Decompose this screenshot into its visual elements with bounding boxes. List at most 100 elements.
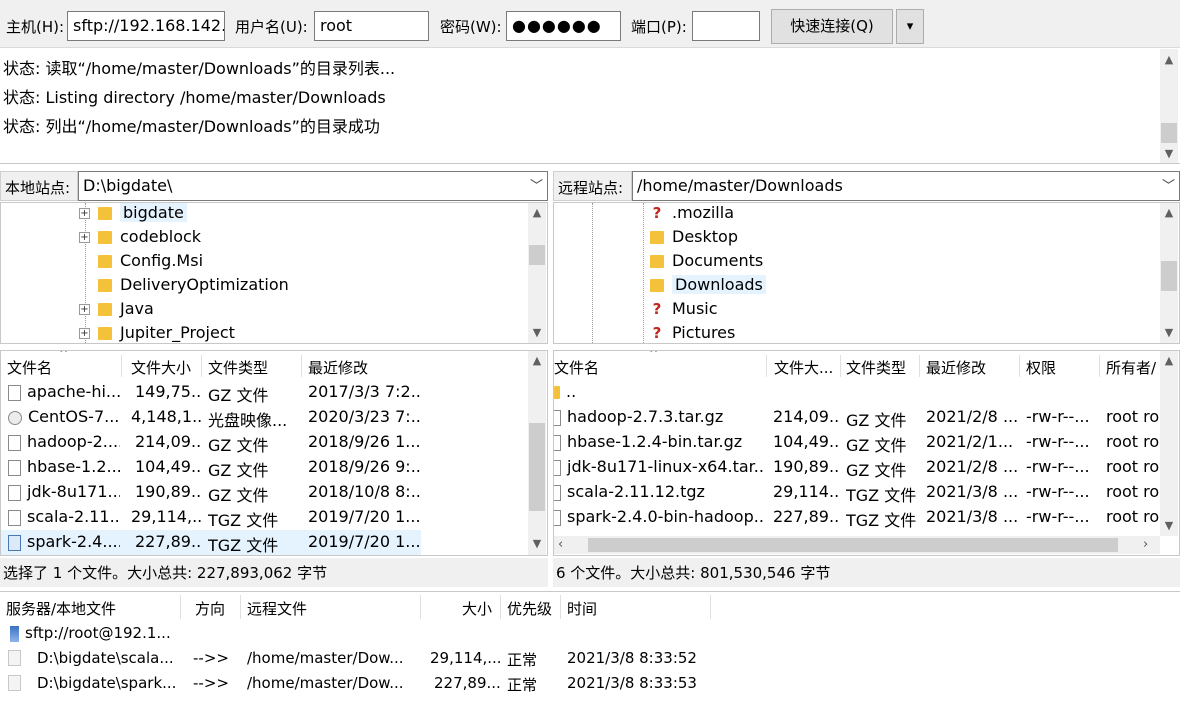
remote-directory-tree: ? .mozilla Desktop Documents Downloads ? M… <box>553 202 1180 344</box>
table-row[interactable]: CentOS-7.... 4,148,1... 光盘映像... 2020/3/2… <box>1 405 421 430</box>
scroll-thumb[interactable] <box>1161 123 1177 143</box>
queue-row[interactable]: D:\bigdate\spark... -->> /home/master/Do… <box>0 674 710 698</box>
scroll-down-icon[interactable]: ▼ <box>1160 517 1178 535</box>
disc-image-icon <box>8 410 22 425</box>
tree-item-desktop[interactable]: Desktop <box>650 227 738 251</box>
file-icon <box>554 509 561 526</box>
scroll-thumb[interactable] <box>529 245 545 265</box>
scroll-up-icon[interactable]: ▲ <box>1160 204 1178 222</box>
tree-item-codeblock[interactable]: + codeblock <box>79 227 201 251</box>
table-row-parent-directory[interactable]: .. <box>554 380 1160 405</box>
tree-item-mozilla[interactable]: ? .mozilla <box>650 203 734 227</box>
folder-icon <box>98 231 112 244</box>
tree-item-deliveryoptimization[interactable]: DeliveryOptimization <box>98 275 289 299</box>
folder-icon <box>98 279 112 292</box>
queue-header-time[interactable]: 时间 <box>567 598 597 619</box>
tree-item-documents[interactable]: Documents <box>650 251 763 275</box>
file-icon <box>8 650 21 666</box>
password-label: 密码(W): <box>440 18 502 36</box>
tree-item-pictures[interactable]: ? Pictures <box>650 323 736 343</box>
local-site-path-combobox[interactable]: D:\bigdate\ ﹀ <box>78 171 548 201</box>
scroll-down-icon[interactable]: ▼ <box>1160 324 1178 342</box>
table-row[interactable]: apache-hi... 149,75... GZ 文件 2017/3/3 7:… <box>1 380 421 405</box>
log-scrollbar[interactable]: ▲ ▼ <box>1160 49 1178 163</box>
scroll-up-icon[interactable]: ▲ <box>528 352 546 370</box>
password-input[interactable]: ●●●●●● <box>506 11 621 41</box>
remote-tree-scrollbar[interactable]: ▲ ▼ <box>1160 203 1178 343</box>
local-tree-scrollbar[interactable]: ▲ ▼ <box>528 203 546 343</box>
queue-header-remote[interactable]: 远程文件 <box>247 598 307 619</box>
quickconnect-dropdown-button[interactable]: ▾ <box>896 9 924 44</box>
queue-header-size[interactable]: 大小 <box>462 598 492 619</box>
table-row[interactable]: scala-2.11.... 29,114,... TGZ 文件 2019/7/… <box>1 505 421 530</box>
scroll-down-icon[interactable]: ▼ <box>528 324 546 342</box>
username-input[interactable]: root <box>314 11 429 41</box>
local-site-path: D:\bigdate\ <box>83 176 173 195</box>
scroll-up-icon[interactable]: ▲ <box>1160 51 1178 69</box>
expand-icon[interactable]: + <box>79 328 90 339</box>
tree-item-downloads[interactable]: Downloads <box>650 275 766 299</box>
file-icon <box>8 484 21 501</box>
queue-header-priority[interactable]: 优先级 <box>507 598 552 619</box>
scroll-thumb[interactable] <box>588 538 1118 552</box>
table-row[interactable]: hadoop-2.7.3.tar.gz 214,09... GZ 文件 2021… <box>554 405 1160 430</box>
tree-item-jupiter-project[interactable]: + Jupiter_Project <box>79 323 235 343</box>
expand-icon[interactable]: + <box>79 208 90 219</box>
folder-icon <box>98 327 112 340</box>
scroll-left-icon[interactable]: ‹ <box>558 536 563 554</box>
local-directory-tree: + bigdate + codeblock Config.Msi DeliveryO… <box>0 202 548 344</box>
chevron-down-icon[interactable]: ﹀ <box>530 175 543 194</box>
file-icon <box>8 534 21 551</box>
scroll-down-icon[interactable]: ▼ <box>1160 145 1178 163</box>
file-icon <box>8 384 21 401</box>
port-label: 端口(P): <box>631 18 687 36</box>
folder-icon <box>98 207 112 220</box>
file-icon <box>8 434 21 451</box>
scroll-up-icon[interactable]: ▲ <box>1160 352 1178 370</box>
queue-header-server-local[interactable]: 服务器/本地文件 <box>6 598 116 619</box>
quickconnect-button[interactable]: 快速连接(Q) <box>771 9 893 44</box>
table-row[interactable]: hadoop-2.... 214,09... GZ 文件 2018/9/26 1… <box>1 430 421 455</box>
tree-item-config-msi[interactable]: Config.Msi <box>98 251 203 275</box>
table-row[interactable]: spark-2.4.0-bin-hadoop.... 227,89... TGZ… <box>554 505 1160 530</box>
table-row[interactable]: scala-2.11.12.tgz 29,114... TGZ 文件 2021/… <box>554 480 1160 505</box>
tree-item-bigdate[interactable]: + bigdate <box>79 203 187 227</box>
table-row[interactable]: hbase-1.2.... 104,49... GZ 文件 2018/9/26 … <box>1 455 421 480</box>
table-row[interactable]: jdk-8u171-linux-x64.tar.... 190,89... GZ… <box>554 455 1160 480</box>
remote-list-vscrollbar[interactable]: ▲ ▼ <box>1160 351 1178 536</box>
queue-header-direction[interactable]: 方向 <box>195 598 225 619</box>
chevron-down-icon[interactable]: ﹀ <box>1162 175 1175 194</box>
local-site-bar: 本地站点: D:\bigdate\ ﹀ <box>0 171 548 201</box>
local-status-bar: 选择了 1 个文件。大小总共: 227,893,062 字节 <box>0 558 548 587</box>
local-file-list: 文件名 ^ 文件大小 文件类型 最近修改 apache-hi... 149,75.… <box>0 350 548 556</box>
remote-site-path-combobox[interactable]: /home/master/Downloads ﹀ <box>632 171 1180 201</box>
remote-list-hscrollbar[interactable]: ‹ › <box>554 536 1160 554</box>
scroll-up-icon[interactable]: ▲ <box>528 204 546 222</box>
unknown-folder-icon: ? <box>652 300 662 318</box>
folder-icon <box>554 386 560 399</box>
queue-row[interactable]: D:\bigdate\scala... -->> /home/master/Do… <box>0 649 710 673</box>
port-input[interactable] <box>692 11 760 41</box>
folder-icon <box>98 255 112 268</box>
expand-icon[interactable]: + <box>79 232 90 243</box>
scroll-down-icon[interactable]: ▼ <box>528 535 546 553</box>
unknown-folder-icon: ? <box>652 204 662 222</box>
tree-item-java[interactable]: + Java <box>79 299 154 323</box>
tree-item-music[interactable]: ? Music <box>650 299 718 323</box>
scroll-right-icon[interactable]: › <box>1143 536 1148 554</box>
table-row[interactable]: jdk-8u171... 190,89... GZ 文件 2018/10/8 8… <box>1 480 421 505</box>
scroll-thumb[interactable] <box>1161 261 1177 291</box>
local-list-scrollbar[interactable]: ▲ ▼ <box>528 351 546 555</box>
log-line: 状态: 读取“/home/master/Downloads”的目录列表... <box>3 59 396 78</box>
queue-server-row[interactable]: sftp://root@192.1... <box>10 624 171 642</box>
remote-site-bar: 远程站点: /home/master/Downloads ﹀ <box>553 171 1180 201</box>
local-site-label: 本地站点: <box>0 171 78 201</box>
table-row[interactable]: hbase-1.2.4-bin.tar.gz 104,49... GZ 文件 2… <box>554 430 1160 455</box>
file-icon <box>8 675 21 691</box>
host-label: 主机(H): <box>6 18 65 36</box>
expand-icon[interactable]: + <box>79 304 90 315</box>
table-row-selected[interactable]: spark-2.4.... 227,89... TGZ 文件 2019/7/20… <box>1 530 421 555</box>
host-input[interactable]: sftp://192.168.142.1 <box>67 11 225 41</box>
scroll-thumb[interactable] <box>529 423 545 511</box>
quickconnect-bar: 主机(H): sftp://192.168.142.1 用户名(U): root… <box>0 0 1180 48</box>
